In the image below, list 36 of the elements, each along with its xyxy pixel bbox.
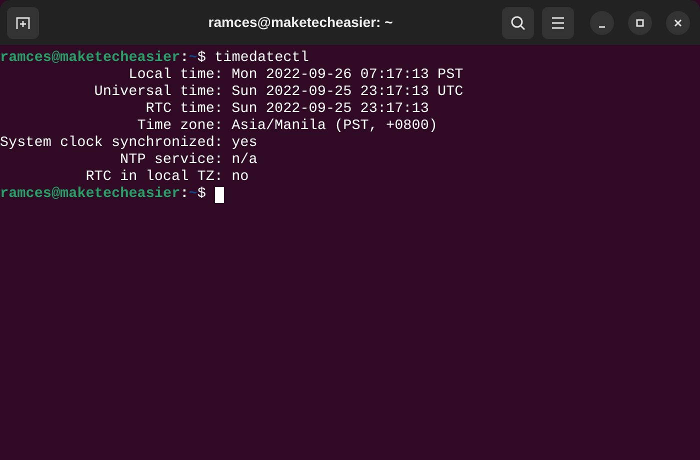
- maximize-button[interactable]: [628, 10, 652, 34]
- field-label: RTC in local TZ:: [86, 169, 223, 186]
- window-title: ramces@maketecheasier: ~: [208, 13, 393, 32]
- field-value: n/a: [232, 152, 258, 169]
- prompt-user-host: ramces@maketecheasier: [0, 186, 180, 203]
- field-value: Mon 2022-09-26 07:17:13 PST: [232, 67, 464, 84]
- prompt-path: ~: [188, 50, 198, 67]
- field-value: yes: [232, 135, 258, 152]
- prompt-symbol: $: [197, 50, 206, 67]
- new-tab-button[interactable]: [7, 6, 39, 38]
- field-value: Sun 2022-09-25 23:17:13 UTC: [232, 84, 464, 101]
- search-button[interactable]: [502, 6, 534, 38]
- menu-button[interactable]: [542, 6, 574, 38]
- menu-icon: [551, 16, 565, 28]
- field-label: RTC time:: [146, 101, 223, 118]
- new-tab-icon: [15, 14, 31, 30]
- minimize-icon: [598, 26, 606, 28]
- maximize-icon: [635, 18, 645, 28]
- field-value: Asia/Manila (PST, +0800): [232, 118, 438, 135]
- field-label: Local time:: [128, 67, 223, 84]
- close-icon: [673, 18, 683, 28]
- prompt-separator: :: [180, 186, 189, 203]
- field-value: Sun 2022-09-25 23:17:13: [232, 101, 429, 118]
- field-label: System clock synchronized:: [0, 135, 223, 152]
- close-button[interactable]: [666, 10, 690, 34]
- prompt-path: ~: [188, 186, 198, 203]
- field-label: NTP service:: [120, 152, 223, 169]
- field-label: Time zone:: [137, 118, 223, 135]
- command-text: timedatectl: [214, 50, 309, 67]
- search-icon: [510, 14, 526, 30]
- prompt-user-host: ramces@maketecheasier: [0, 50, 180, 67]
- prompt-separator: :: [180, 50, 189, 67]
- field-label: Universal time:: [94, 84, 223, 101]
- minimize-button[interactable]: [590, 10, 614, 34]
- prompt-symbol: $: [197, 186, 206, 203]
- field-value: no: [232, 169, 249, 186]
